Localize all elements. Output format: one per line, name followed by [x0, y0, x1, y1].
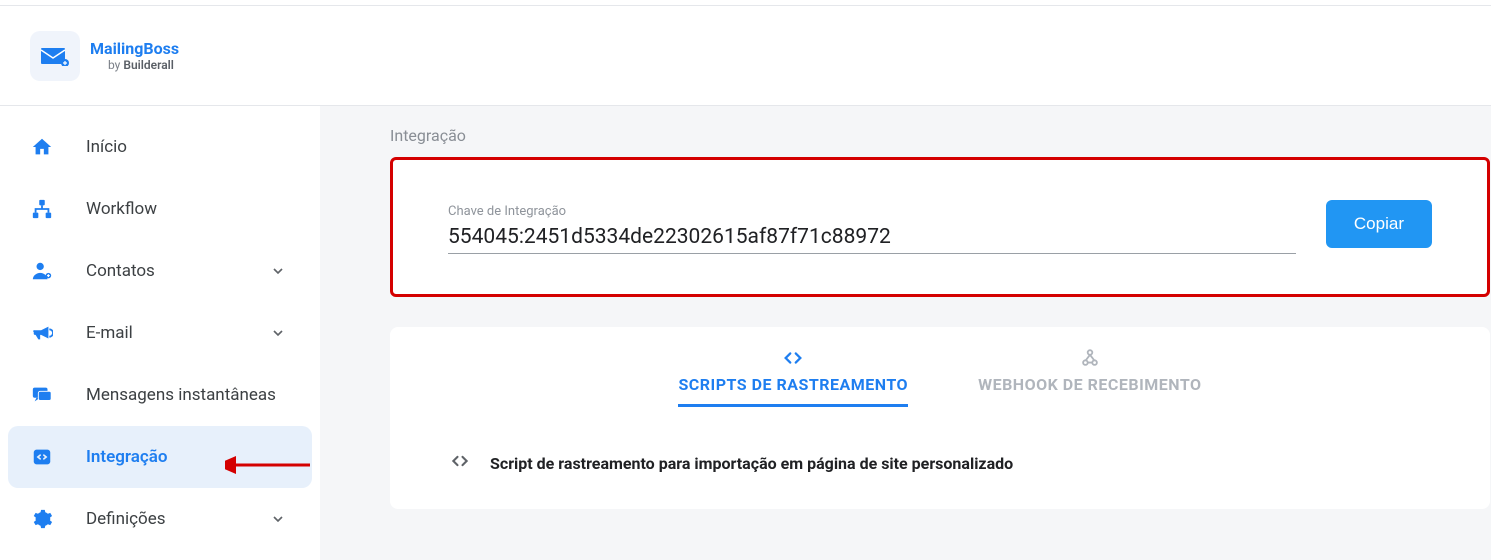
code-icon	[30, 445, 54, 469]
contacts-icon	[30, 259, 54, 283]
integration-key-value[interactable]: 554045:2451d5334de22302615af87f71c88972	[448, 225, 1296, 254]
tab-tracking-scripts[interactable]: SCRIPTS DE RASTREAMENTO	[678, 347, 908, 407]
brand-subtitle: by Builderall	[108, 58, 179, 72]
sidebar-item-label: Integração	[86, 447, 290, 467]
workflow-icon	[30, 197, 54, 221]
tab-label: WEBHOOK DE RECEBIMENTO	[978, 375, 1202, 394]
gear-icon	[30, 507, 54, 531]
chevron-down-icon	[266, 321, 290, 345]
tab-webhook[interactable]: WEBHOOK DE RECEBIMENTO	[978, 347, 1202, 407]
chat-icon	[30, 383, 54, 407]
chevron-down-icon	[266, 259, 290, 283]
tabs-card: SCRIPTS DE RASTREAMENTO WEBHOOK DE RECEB…	[390, 327, 1490, 509]
sidebar-item-label: Início	[86, 137, 290, 157]
sidebar-item-email[interactable]: E-mail	[8, 302, 312, 364]
page-title: Integração	[390, 126, 1491, 145]
sidebar-item-contacts[interactable]: Contatos	[8, 240, 312, 302]
app-header: MailingBoss by Builderall	[0, 6, 1491, 106]
integration-key-card: Chave de Integração 554045:2451d5334de22…	[390, 157, 1490, 297]
webhook-icon	[1079, 347, 1101, 369]
sidebar-item-workflow[interactable]: Workflow	[8, 178, 312, 240]
main-content: Integração Chave de Integração 554045:24…	[320, 106, 1491, 560]
sidebar-item-label: Contatos	[86, 261, 234, 281]
chevron-down-icon	[266, 507, 290, 531]
script-row-title: Script de rastreamento para importação e…	[490, 454, 1013, 473]
sidebar-item-instant-messages[interactable]: Mensagens instantâneas	[8, 364, 312, 426]
sidebar-item-settings[interactable]: Definições	[8, 488, 312, 550]
sidebar-item-integration[interactable]: Integração	[8, 426, 312, 488]
brand-name: MailingBoss	[90, 39, 179, 58]
copy-button[interactable]: Copiar	[1326, 200, 1432, 248]
home-icon	[30, 135, 54, 159]
sidebar-item-label: Definições	[86, 509, 234, 529]
sidebar-item-home[interactable]: Início	[8, 116, 312, 178]
megaphone-icon	[30, 321, 54, 345]
sidebar-item-label: E-mail	[86, 323, 234, 343]
code-brackets-icon	[450, 451, 470, 475]
script-tracking-row[interactable]: Script de rastreamento para importação e…	[430, 437, 1450, 489]
integration-key-label: Chave de Integração	[448, 204, 1296, 219]
tab-label: SCRIPTS DE RASTREAMENTO	[678, 375, 908, 394]
sidebar: Início Workflow Contatos	[0, 106, 320, 560]
sidebar-item-label: Mensagens instantâneas	[86, 385, 290, 405]
code-brackets-icon	[782, 347, 804, 369]
sidebar-item-label: Workflow	[86, 199, 290, 219]
app-logo	[30, 31, 80, 81]
